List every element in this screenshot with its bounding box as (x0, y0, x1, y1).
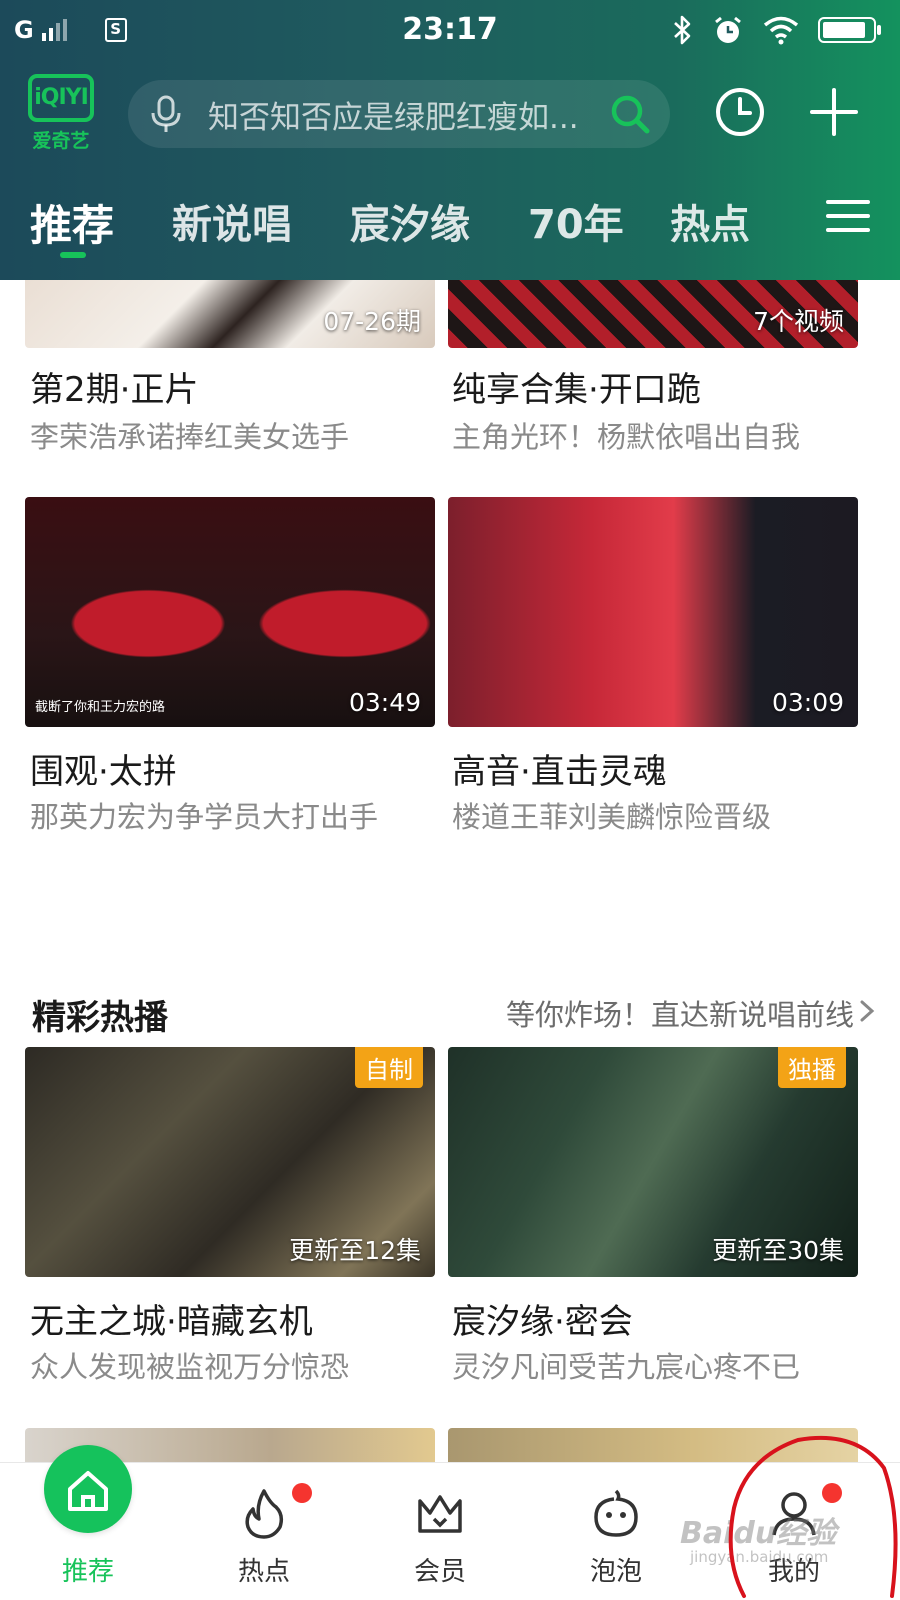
flame-icon (245, 1489, 284, 1539)
video-subtitle: 众人发现被监视万分惊恐 (30, 1350, 350, 1384)
video-thumbnail[interactable]: 03:09 (448, 497, 858, 727)
video-caption: 截断了你和王力宏的路 (35, 700, 166, 715)
microphone-icon[interactable] (146, 94, 186, 134)
video-thumbnail[interactable]: 独播 更新至30集 (448, 1047, 858, 1277)
iqiyi-logo[interactable]: iQIYI 爱奇艺 (28, 74, 98, 158)
video-count: 7个视频 (753, 307, 844, 336)
wifi-icon (763, 16, 799, 45)
watermark-url: jingyan.baidu.com (690, 1548, 829, 1566)
bubble-face-icon (594, 1489, 638, 1537)
exclusive-badge: 独播 (778, 1047, 846, 1088)
nav-label: 推荐 (61, 1557, 114, 1587)
status-right (672, 14, 881, 46)
chevron-right-icon[interactable] (858, 998, 876, 1024)
crown-icon (418, 1495, 462, 1533)
nav-label: 会员 (413, 1557, 466, 1587)
search-bar[interactable]: 知否知否应是绿肥红瘦如... (128, 80, 670, 148)
video-title[interactable]: 高音·直击灵魂 (452, 744, 667, 793)
add-icon[interactable] (806, 84, 862, 140)
channel-tabs: 推荐 新说唱 宸汐缘 70年 热点 (0, 180, 900, 260)
video-subtitle: 灵汐凡间受苦九宸心疼不已 (452, 1350, 801, 1384)
video-thumbnail[interactable]: 自制 更新至12集 (25, 1047, 435, 1277)
video-duration: 03:49 (348, 688, 421, 717)
watermark-logo: Baidu经验 (680, 1516, 837, 1551)
episode-date: 07-26期 (323, 307, 421, 336)
original-badge: 自制 (355, 1047, 423, 1088)
video-subtitle: 楼道王菲刘美麟惊险晋级 (452, 800, 772, 834)
tab-recommend[interactable]: 推荐 (30, 192, 114, 253)
tab-70-years[interactable]: 70年 (528, 192, 624, 250)
battery-icon (818, 17, 881, 43)
video-title[interactable]: 围观·太拼 (30, 744, 177, 793)
video-subtitle: 主角光环！杨默依唱出自我 (452, 420, 801, 454)
history-icon[interactable] (712, 84, 768, 140)
active-tab-indicator (60, 252, 86, 258)
bluetooth-icon (674, 15, 691, 45)
nav-hot[interactable]: 热点 (204, 1463, 324, 1600)
video-title[interactable]: 第2期·正片 (30, 362, 198, 411)
home-icon (68, 1471, 108, 1511)
nav-paopao[interactable]: 泡泡 (556, 1463, 676, 1600)
episode-update: 更新至12集 (289, 1236, 421, 1265)
tab-chenxiyuan[interactable]: 宸汐缘 (350, 192, 470, 250)
logo-text: 爱奇艺 (32, 130, 90, 152)
search-icon[interactable] (608, 92, 652, 136)
section-title: 精彩热播 (32, 998, 168, 1038)
section-more-link[interactable]: 等你炸场！直达新说唱前线 (506, 992, 854, 1034)
nav-vip[interactable]: 会员 (380, 1463, 500, 1600)
video-title[interactable]: 纯享合集·开口跪 (452, 362, 701, 411)
alarm-icon (715, 16, 741, 43)
video-subtitle: 那英力宏为争学员大打出手 (30, 800, 379, 834)
notification-dot (292, 1483, 312, 1503)
status-bar: G S 23:17 (0, 0, 900, 60)
logo-mark: iQIYI (28, 74, 94, 122)
nav-label: 热点 (237, 1557, 290, 1587)
video-thumbnail[interactable]: 截断了你和王力宏的路 03:49 (25, 497, 435, 727)
video-title[interactable]: 宸汐缘·密会 (452, 1294, 633, 1343)
tab-new-rap[interactable]: 新说唱 (172, 192, 292, 250)
video-title[interactable]: 无主之城·暗藏玄机 (30, 1294, 313, 1343)
nav-recommend[interactable]: 推荐 (28, 1445, 148, 1600)
app-header: G S 23:17 iQIYI 爱奇艺 知否知否应是绿肥红瘦如... 推荐 新说… (0, 0, 900, 280)
episode-update: 更新至30集 (712, 1236, 844, 1265)
search-placeholder[interactable]: 知否知否应是绿肥红瘦如... (208, 92, 598, 137)
nav-label: 泡泡 (589, 1557, 642, 1587)
video-duration: 03:09 (771, 688, 844, 717)
notification-dot (822, 1483, 842, 1503)
tab-hot[interactable]: 热点 (670, 192, 750, 250)
video-subtitle: 李荣浩承诺捧红美女选手 (30, 420, 350, 454)
menu-icon[interactable] (826, 196, 870, 236)
